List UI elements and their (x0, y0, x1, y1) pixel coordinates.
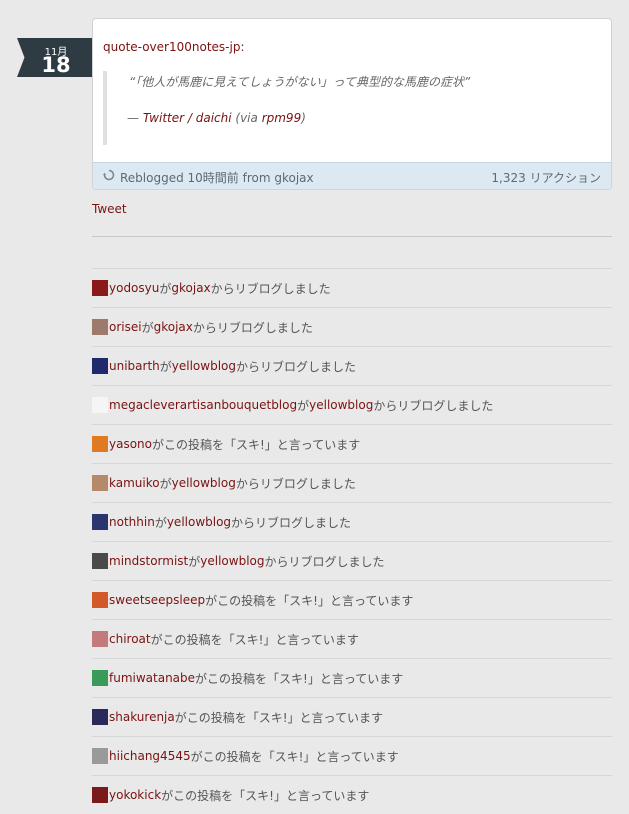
note-user-link[interactable]: yodosyu (109, 281, 159, 295)
quote-text: “「他人が馬鹿に見えてしょうがない」って典型的な馬鹿の症状” (129, 75, 471, 89)
note-user-link[interactable]: hiichang4545 (109, 749, 191, 763)
note-user-link[interactable]: fumiwatanabe (109, 671, 195, 685)
note-source-link[interactable]: yellowblog (172, 476, 236, 490)
note-item: orisei が gkojax からリブログしました (92, 307, 612, 346)
note-action-text: がこの投稿を「スキ!」と言っています (161, 788, 370, 803)
note-tail-text: からリブログしました (235, 476, 356, 491)
note-source-link[interactable]: yellowblog (172, 359, 236, 373)
note-tail-text: からリブログしました (264, 554, 385, 569)
note-item: yokokick がこの投稿を「スキ!」と言っています (92, 775, 612, 814)
note-action-text: がこの投稿を「スキ!」と言っています (152, 437, 361, 452)
note-user-link[interactable]: nothhin (109, 515, 155, 529)
note-user-link[interactable]: unibarth (109, 359, 160, 373)
reblog-icon (103, 169, 115, 181)
note-action-text: が (141, 320, 154, 335)
avatar[interactable] (92, 748, 108, 764)
note-tail-text: からリブログしました (231, 515, 352, 530)
note-action-text: がこの投稿を「スキ!」と言っています (190, 749, 399, 764)
quote-attribution: — Twitter / daichi (via rpm99) (127, 111, 306, 125)
note-source-link[interactable]: gkojax (171, 281, 210, 295)
note-source-link[interactable]: yellowblog (200, 554, 264, 568)
note-action-text: が (159, 476, 172, 491)
reblogged-text: Reblogged 10時間前 from (120, 171, 275, 185)
note-action-text: が (159, 359, 172, 374)
note-user-link[interactable]: kamuiko (109, 476, 160, 490)
reblogged-from-link[interactable]: gkojax (274, 171, 313, 185)
note-item: kamuiko が yellowblog からリブログしました (92, 463, 612, 502)
note-source-link[interactable]: yellowblog (309, 398, 373, 412)
tweet-button[interactable]: Tweet (92, 202, 127, 216)
note-tail-text: からリブログしました (192, 320, 313, 335)
divider (92, 236, 612, 237)
notes-list: yodosyu が gkojax からリブログしました orisei が gkojax からリ… (92, 268, 612, 814)
attribution-via-close: ) (301, 111, 306, 125)
avatar[interactable] (92, 553, 108, 569)
note-item: hiichang4545 がこの投稿を「スキ!」と言っています (92, 736, 612, 775)
avatar[interactable] (92, 397, 108, 413)
post-card: quote-over100notes-jp: “「他人が馬鹿に見えてしょうがない… (92, 18, 612, 190)
attribution-prefix: — (127, 111, 143, 125)
post-date-flag: 11月 18 (17, 38, 92, 77)
avatar[interactable] (92, 787, 108, 803)
post-source-link[interactable]: quote-over100notes-jp: (103, 40, 244, 54)
avatar[interactable] (92, 475, 108, 491)
avatar[interactable] (92, 280, 108, 296)
avatar[interactable] (92, 631, 108, 647)
note-user-link[interactable]: sweetseepsleep (109, 593, 205, 607)
avatar[interactable] (92, 319, 108, 335)
note-item: nothhin が yellowblog からリブログしました (92, 502, 612, 541)
avatar[interactable] (92, 670, 108, 686)
note-user-link[interactable]: shakurenja (109, 710, 175, 724)
note-item: unibarth が yellowblog からリブログしました (92, 346, 612, 385)
note-action-text: が (297, 398, 310, 413)
quote-block: “「他人が馬鹿に見えてしょうがない」って典型的な馬鹿の症状” — Twitter… (103, 71, 583, 145)
note-action-text: がこの投稿を「スキ!」と言っています (205, 593, 414, 608)
avatar[interactable] (92, 592, 108, 608)
avatar[interactable] (92, 436, 108, 452)
note-user-link[interactable]: chiroat (109, 632, 151, 646)
note-item: yasono がこの投稿を「スキ!」と言っています (92, 424, 612, 463)
note-item: megacleverartisanbouquetblog が yellowblog か… (92, 385, 612, 424)
avatar[interactable] (92, 709, 108, 725)
note-item: fumiwatanabe がこの投稿を「スキ!」と言っています (92, 658, 612, 697)
note-user-link[interactable]: yasono (109, 437, 152, 451)
attribution-via-link[interactable]: rpm99 (262, 111, 302, 125)
note-item: yodosyu が gkojax からリブログしました (92, 268, 612, 307)
note-action-text: が (154, 515, 167, 530)
note-tail-text: からリブログしました (210, 281, 331, 296)
note-action-text: が (159, 281, 172, 296)
post-footer: Reblogged 10時間前 from gkojax 1,323 リアクション (93, 162, 611, 189)
note-source-link[interactable]: yellowblog (167, 515, 231, 529)
attribution-via-open: (via (231, 111, 262, 125)
note-item: mindstormist が yellowblog からリブログしました (92, 541, 612, 580)
attribution-link[interactable]: Twitter / daichi (143, 111, 232, 125)
note-item: sweetseepsleep がこの投稿を「スキ!」と言っています (92, 580, 612, 619)
avatar[interactable] (92, 514, 108, 530)
note-user-link[interactable]: mindstormist (109, 554, 188, 568)
notes-count-link[interactable]: 1,323 リアクション (491, 169, 601, 186)
avatar[interactable] (92, 358, 108, 374)
note-item: shakurenja がこの投稿を「スキ!」と言っています (92, 697, 612, 736)
note-item: chiroat がこの投稿を「スキ!」と言っています (92, 619, 612, 658)
post-date-day: 18 (41, 53, 71, 77)
note-user-link[interactable]: yokokick (109, 788, 161, 802)
note-action-text: がこの投稿を「スキ!」と言っています (195, 671, 404, 686)
note-tail-text: からリブログしました (236, 359, 357, 374)
note-user-link[interactable]: orisei (109, 320, 142, 334)
note-action-text: が (188, 554, 201, 569)
reblogged-info: Reblogged 10時間前 from gkojax (120, 169, 314, 186)
note-source-link[interactable]: gkojax (154, 320, 193, 334)
note-user-link[interactable]: megacleverartisanbouquetblog (109, 398, 297, 412)
note-action-text: がこの投稿を「スキ!」と言っています (174, 710, 383, 725)
note-tail-text: からリブログしました (373, 398, 494, 413)
note-action-text: がこの投稿を「スキ!」と言っています (150, 632, 359, 647)
